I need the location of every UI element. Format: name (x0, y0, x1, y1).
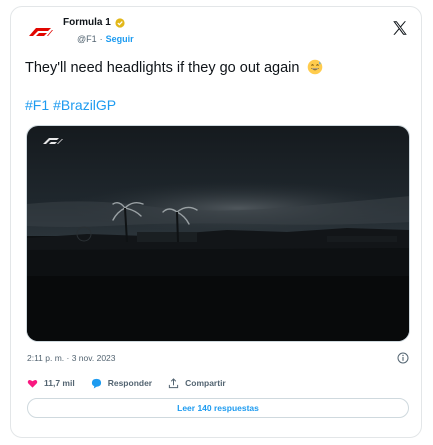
author-handle[interactable]: @F1 (77, 34, 97, 44)
author-name-row: Formula 1 (63, 17, 125, 28)
storm-photo (27, 126, 409, 341)
share-button[interactable]: Compartir (168, 377, 226, 389)
x-logo-icon[interactable] (391, 19, 409, 37)
tweet-header: Formula 1 @F1 · Seguir (25, 15, 409, 49)
reply-button[interactable]: Responder (91, 378, 152, 389)
share-label: Compartir (185, 378, 226, 388)
reply-label: Responder (107, 378, 153, 388)
tweet-card: Formula 1 @F1 · Seguir They'll need head… (10, 6, 422, 438)
reply-bubble-icon (91, 378, 101, 389)
grinning-sweat-emoji-icon (308, 59, 323, 75)
tweet-media-image[interactable] (26, 125, 410, 342)
tweet-meta: 2:11 p. m. · 3 nov. 2023 (27, 352, 411, 366)
hashtag-brazilgp[interactable]: #BrazilGP (53, 97, 116, 113)
handle-row: @F1 · Seguir (77, 34, 134, 44)
verified-badge-icon (115, 17, 125, 28)
info-icon[interactable] (397, 352, 409, 364)
share-icon (168, 377, 179, 388)
hashtags: #F1 #BrazilGP (25, 97, 116, 113)
tweet-text-content: They'll need headlights if they go out a… (25, 60, 300, 76)
read-replies-button[interactable]: Leer 140 respuestas (27, 398, 409, 418)
separator-dot: · (99, 34, 103, 44)
heart-icon (27, 379, 38, 388)
hashtag-f1[interactable]: #F1 (25, 97, 49, 113)
f1-logo-icon[interactable] (27, 25, 53, 37)
tweet-text: They'll need headlights if they go out a… (25, 59, 323, 76)
likes-count: 11,7 mil (44, 378, 75, 388)
tweet-actions: 11,7 mil Responder Compartir (27, 375, 242, 391)
tweet-timestamp[interactable]: 2:11 p. m. · 3 nov. 2023 (27, 353, 116, 363)
follow-button[interactable]: Seguir (106, 34, 134, 44)
like-button[interactable]: 11,7 mil (27, 378, 75, 389)
author-name[interactable]: Formula 1 (63, 17, 111, 28)
